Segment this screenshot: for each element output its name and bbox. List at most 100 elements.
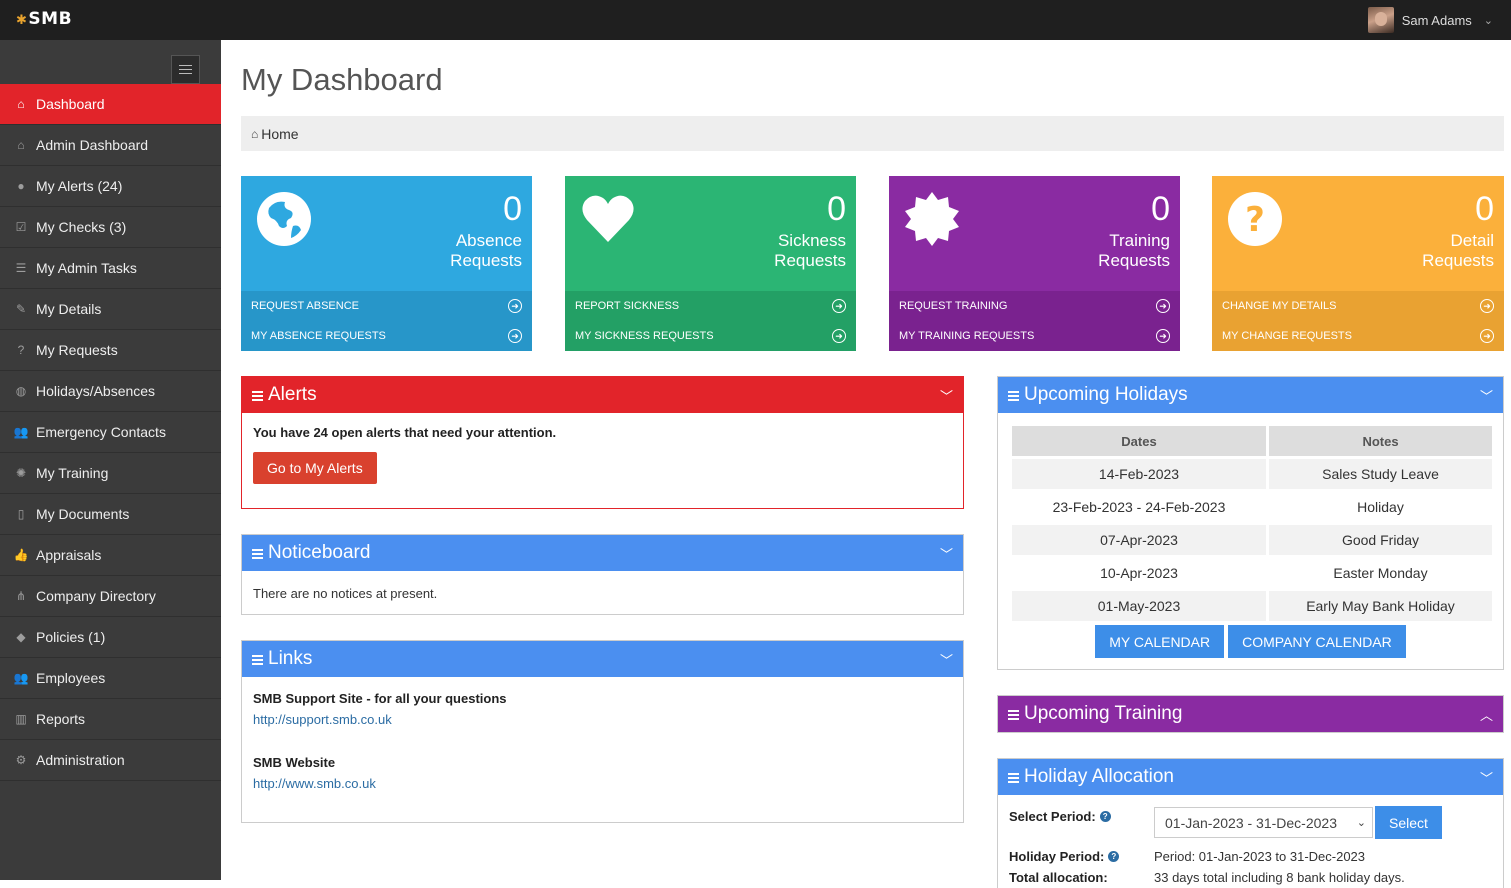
- noticeboard-panel: Noticeboard ﹀ There are no notices at pr…: [241, 534, 964, 615]
- change-my-details-label: CHANGE MY DETAILS: [1222, 300, 1337, 312]
- holiday-date: 07-Apr-2023: [1012, 525, 1266, 555]
- arrow-right-icon: ➜: [1480, 329, 1494, 343]
- app-logo[interactable]: ✱SMB: [16, 9, 72, 29]
- table-row: 07-Apr-2023 Good Friday: [1012, 525, 1492, 555]
- arrow-right-icon: ➜: [508, 329, 522, 343]
- holiday-allocation-panel: Holiday Allocation ﹀ Select Period:? 01-…: [997, 758, 1504, 888]
- alerts-panel-header[interactable]: Alerts ﹀: [242, 377, 963, 413]
- menu-icon: [252, 549, 263, 559]
- list-icon: ☰: [15, 261, 27, 275]
- sidebar-item-appraisals[interactable]: 👍 Appraisals: [0, 535, 221, 576]
- company-calendar-button[interactable]: COMPANY CALENDAR: [1228, 625, 1406, 658]
- sidebar-item-my-details[interactable]: ✎ My Details: [0, 289, 221, 330]
- link-url[interactable]: http://support.smb.co.uk: [253, 712, 952, 727]
- period-select[interactable]: 01-Jan-2023 - 31-Dec-2023 ⌄: [1154, 807, 1373, 838]
- sidebar-item-administration[interactable]: ⚙ Administration: [0, 740, 221, 781]
- alerts-title: Alerts: [268, 384, 317, 405]
- go-to-alerts-button[interactable]: Go to My Alerts: [253, 452, 377, 484]
- arrow-right-icon: ➜: [1480, 299, 1494, 313]
- training-label: Training Requests: [1010, 231, 1170, 271]
- links-panel: Links ﹀ SMB Support Site - for all your …: [241, 640, 964, 823]
- detail-label-line1: Detail: [1450, 231, 1494, 250]
- sidebar-item-policies[interactable]: ◆ Policies (1): [0, 617, 221, 658]
- check-square-icon: ☑: [15, 220, 27, 234]
- breadcrumb-home-link[interactable]: Home: [261, 126, 298, 142]
- certificate-icon: [905, 192, 959, 246]
- user-name: Sam Adams: [1401, 12, 1472, 28]
- chevron-down-icon[interactable]: ﹀: [940, 544, 953, 563]
- heart-icon: [582, 195, 634, 242]
- chevron-down-icon[interactable]: ﹀: [1480, 768, 1493, 787]
- sidebar-item-my-alerts[interactable]: ● My Alerts (24): [0, 166, 221, 207]
- menu-icon: [252, 655, 263, 665]
- column-header-dates[interactable]: Dates: [1012, 426, 1266, 456]
- sidebar-item-company-directory[interactable]: ⋔ Company Directory: [0, 576, 221, 617]
- links-panel-header[interactable]: Links ﹀: [242, 641, 963, 677]
- sickness-label-line1: Sickness: [777, 231, 846, 250]
- breadcrumb: ⌂ Home: [241, 116, 1504, 151]
- noticeboard-panel-header[interactable]: Noticeboard ﹀: [242, 535, 963, 571]
- my-training-requests-link[interactable]: MY TRAINING REQUESTS ➜: [889, 321, 1180, 351]
- avatar: [1367, 7, 1394, 33]
- thumbs-up-icon: 👍: [13, 548, 29, 562]
- my-change-requests-link[interactable]: MY CHANGE REQUESTS ➜: [1212, 321, 1504, 351]
- holiday-period-label: Holiday Period:: [1009, 849, 1105, 864]
- detail-requests-tile: ? 0 Detail Requests CHANGE MY DETAILS ➜ MY…: [1212, 176, 1504, 351]
- cogs-icon: ⚙: [15, 753, 27, 767]
- sidebar-item-my-documents[interactable]: ▯ My Documents: [0, 494, 221, 535]
- chevron-down-icon[interactable]: ﹀: [940, 386, 953, 405]
- holiday-period-value: Period: 01-Jan-2023 to 31-Dec-2023: [1154, 849, 1366, 864]
- sidebar-item-my-admin-tasks[interactable]: ☰ My Admin Tasks: [0, 248, 221, 289]
- column-header-notes[interactable]: Notes: [1269, 426, 1492, 456]
- link-title: SMB Website: [253, 755, 336, 770]
- total-allocation-label: Total allocation:: [1009, 870, 1108, 885]
- my-calendar-button[interactable]: MY CALENDAR: [1095, 625, 1225, 658]
- svg-text:?: ?: [1245, 200, 1265, 240]
- file-icon: ▯: [17, 507, 25, 521]
- top-bar: ✱SMB Sam Adams ⌄: [0, 0, 1511, 40]
- sitemap-icon: ⋔: [15, 589, 27, 603]
- absence-label-line1: Absence: [455, 231, 522, 250]
- sidebar-item-my-checks[interactable]: ☑ My Checks (3): [0, 207, 221, 248]
- sidebar-item-admin-dashboard[interactable]: ⌂ Admin Dashboard: [0, 125, 221, 166]
- request-training-link[interactable]: REQUEST TRAINING ➜: [889, 291, 1180, 321]
- user-menu[interactable]: Sam Adams ⌄: [1367, 4, 1493, 36]
- allocation-title: Holiday Allocation: [1024, 766, 1174, 787]
- help-icon[interactable]: ?: [1099, 811, 1111, 822]
- link-url[interactable]: http://www.smb.co.uk: [253, 776, 952, 791]
- chevron-down-icon[interactable]: ﹀: [1480, 386, 1493, 405]
- report-sickness-link[interactable]: REPORT SICKNESS ➜: [565, 291, 856, 321]
- sidebar-item-holidays-absences[interactable]: ◍ Holidays/Absences: [0, 371, 221, 412]
- upcoming-training-panel-header[interactable]: Upcoming Training ︿: [998, 696, 1503, 732]
- request-absence-link[interactable]: REQUEST ABSENCE ➜: [241, 291, 532, 321]
- holiday-allocation-panel-header[interactable]: Holiday Allocation ﹀: [998, 759, 1503, 795]
- sickness-requests-tile: 0 Sickness Requests REPORT SICKNESS ➜ MY S…: [565, 176, 856, 351]
- chevron-down-icon: ⌄: [1356, 817, 1366, 829]
- sidebar-item-reports[interactable]: ▥ Reports: [0, 699, 221, 740]
- sidebar-item-employees[interactable]: 👥 Employees: [0, 658, 221, 699]
- arrow-right-icon: ➜: [832, 299, 846, 313]
- certificate-icon: ✺: [15, 466, 27, 480]
- noticeboard-message: There are no notices at present.: [253, 586, 438, 601]
- sidebar-item-dashboard[interactable]: ⌂ Dashboard: [0, 84, 221, 125]
- my-sickness-requests-link[interactable]: MY SICKNESS REQUESTS ➜: [565, 321, 856, 351]
- sidebar-item-my-training[interactable]: ✺ My Training: [0, 453, 221, 494]
- training-count: 0: [1151, 190, 1170, 228]
- menu-icon: [1008, 773, 1019, 783]
- arrow-right-icon: ➜: [508, 299, 522, 313]
- chevron-down-icon[interactable]: ﹀: [940, 650, 953, 669]
- detail-label: Detail Requests: [1334, 231, 1494, 271]
- my-absence-requests-link[interactable]: MY ABSENCE REQUESTS ➜: [241, 321, 532, 351]
- detail-label-line2: Requests: [1422, 251, 1494, 270]
- sidebar-toggle-button[interactable]: [171, 55, 200, 84]
- change-my-details-link[interactable]: CHANGE MY DETAILS ➜: [1212, 291, 1504, 321]
- upcoming-holidays-panel-header[interactable]: Upcoming Holidays ﹀: [998, 377, 1503, 413]
- select-period-button[interactable]: Select: [1375, 806, 1442, 839]
- sidebar-item-my-requests[interactable]: ? My Requests: [0, 330, 221, 371]
- chevron-up-icon[interactable]: ︿: [1480, 705, 1493, 724]
- training-label-line2: Requests: [1098, 251, 1170, 270]
- help-icon[interactable]: ?: [1108, 851, 1120, 862]
- bar-chart-icon: ▥: [15, 712, 27, 726]
- sidebar-item-emergency-contacts[interactable]: 👥 Emergency Contacts: [0, 412, 221, 453]
- sickness-label: Sickness Requests: [686, 231, 846, 271]
